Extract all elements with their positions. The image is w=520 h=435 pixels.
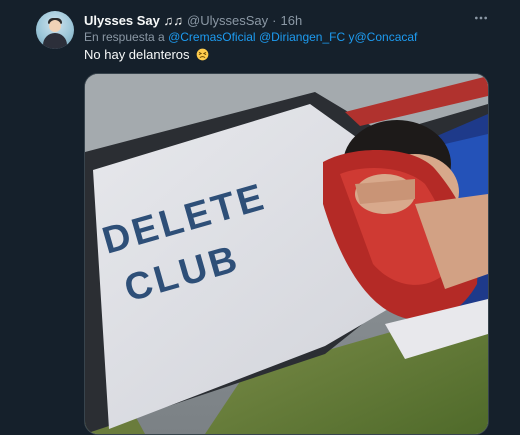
tweet-text: No hay delanteros (84, 47, 209, 62)
delete-club-photo: DELETE CLUB (85, 74, 488, 434)
mention-link[interactable]: @CremasOficial (168, 30, 256, 44)
tweet-image[interactable]: DELETE CLUB (84, 73, 489, 435)
author-name[interactable]: Ulysses Say ♫♫ (84, 13, 183, 28)
avatar-head (49, 20, 61, 32)
mention-link[interactable]: @Diriangen_FC (259, 30, 345, 44)
tweet-card[interactable]: Ulysses Say ♫♫ @UlyssesSay · 16h En resp… (0, 0, 520, 435)
persevering-face-emoji-icon (196, 48, 209, 61)
avatar[interactable] (36, 11, 74, 49)
more-options-button[interactable] (468, 7, 494, 29)
more-dots-icon (475, 16, 487, 20)
separator-dot: · (272, 12, 277, 28)
reply-context: En respuesta a @CremasOficial @Diriangen… (84, 30, 417, 44)
tweet-body: No hay delanteros (84, 47, 190, 62)
music-notes-icon: ♫♫ (163, 12, 184, 28)
avatar-body (43, 33, 67, 49)
tweet-time[interactable]: 16h (280, 13, 302, 28)
reply-prefix: En respuesta a (84, 30, 165, 44)
mention-link[interactable]: @Concacaf (355, 30, 418, 44)
tweet-header: Ulysses Say ♫♫ @UlyssesSay · 16h (84, 11, 302, 29)
author-handle[interactable]: @UlyssesSay (187, 13, 268, 28)
